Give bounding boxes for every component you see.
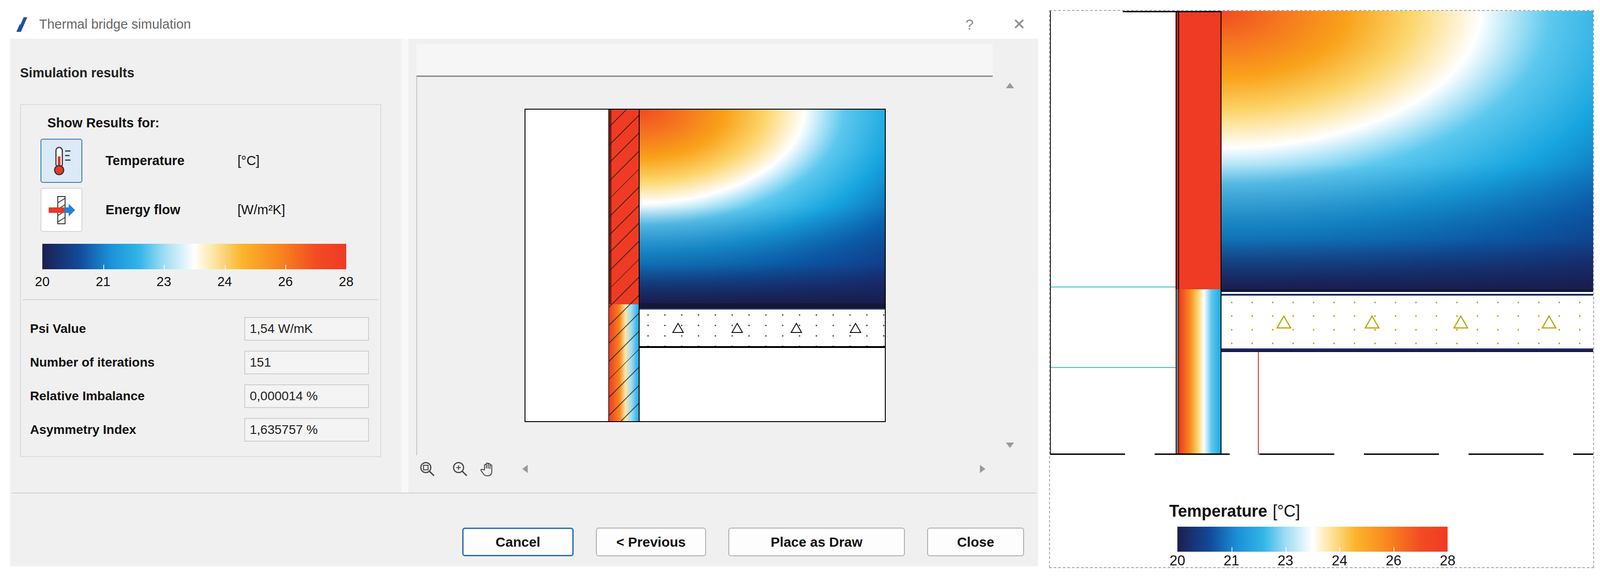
stat-row: Psi Value1,54 W/mK <box>30 312 381 346</box>
stat-value-field: 1,54 W/mK <box>244 317 369 341</box>
scale-tick <box>1231 547 1233 552</box>
result-option[interactable]: Energy flow[W/m²K] <box>40 187 381 233</box>
scale-tick-label: 21 <box>1223 552 1240 570</box>
wall <box>609 109 640 422</box>
pan-hand-icon[interactable] <box>479 460 497 478</box>
zoom-fit-icon[interactable] <box>418 460 436 478</box>
legend-unit: [°C] <box>1272 502 1300 521</box>
scroll-left-icon[interactable] <box>521 464 529 475</box>
option-label: Temperature <box>105 151 238 172</box>
option-unit: [W/m²K] <box>237 200 286 221</box>
stat-label: Asymmetry Index <box>30 420 245 440</box>
dialog-button[interactable]: < Previous <box>595 527 707 557</box>
scale-tick-label: 20 <box>35 273 50 290</box>
app-logo-icon <box>15 16 30 33</box>
scale-tick-label: 24 <box>1331 552 1348 570</box>
preview-frame[interactable] <box>416 75 993 456</box>
temperature-field <box>639 109 885 304</box>
scale-tick-label: 20 <box>1169 552 1186 570</box>
scale-tick <box>1285 547 1287 552</box>
scale-tick <box>285 264 287 270</box>
section-drawing <box>524 108 886 423</box>
scroll-up-icon[interactable] <box>1004 81 1015 90</box>
dialog-button[interactable]: Place as Draw <box>728 527 905 557</box>
scale-tick-label: 21 <box>95 273 111 290</box>
scale-tick-label: 23 <box>156 273 172 290</box>
scale-tick-label: 26 <box>1385 552 1402 570</box>
scale-tick <box>224 264 226 270</box>
scroll-down-icon[interactable] <box>1004 441 1015 450</box>
scale-tick-label: 24 <box>217 273 233 290</box>
window-title: Thermal bridge simulation <box>39 14 192 35</box>
scale-tick-label: 23 <box>1277 552 1293 570</box>
option-label: Energy flow <box>105 200 238 221</box>
dialog: Thermal bridge simulation ? ✕ Simulation… <box>10 10 1039 567</box>
energy-flow-option-icon[interactable] <box>40 187 83 233</box>
dialog-button[interactable]: Close <box>927 527 1025 557</box>
scale-tick-label: 28 <box>1439 552 1456 570</box>
zoom-in-icon[interactable] <box>451 460 469 478</box>
stat-value-field: 151 <box>244 350 369 375</box>
stat-label: Relative Imbalance <box>30 386 245 406</box>
title-bar: Thermal bridge simulation ? ✕ <box>10 10 1039 39</box>
close-button[interactable]: ✕ <box>1009 12 1030 36</box>
stat-row: Number of iterations151 <box>30 345 381 380</box>
stat-value-field: 0,000014 % <box>244 384 369 409</box>
dialog-button[interactable]: Cancel <box>462 527 574 557</box>
slab <box>639 309 885 347</box>
scale-tick-label: 28 <box>338 273 354 290</box>
stat-row: Asymmetry Index1,635757 % <box>30 413 381 447</box>
stat-label: Number of iterations <box>30 353 245 373</box>
result-option[interactable]: Temperature[°C] <box>40 138 381 183</box>
stat-value-field: 1,635757 % <box>244 418 369 442</box>
temperature-field <box>1221 10 1594 290</box>
wall <box>1175 10 1222 455</box>
scale-tick <box>103 264 105 270</box>
scale-tick <box>163 264 165 270</box>
scroll-right-icon[interactable] <box>979 464 987 475</box>
show-results-label: Show Results for: <box>47 115 381 131</box>
slab <box>1221 295 1594 349</box>
legend-title: Temperature <box>1169 502 1267 521</box>
scale-tick-label: 26 <box>277 273 293 290</box>
section-title: Simulation results <box>20 65 394 81</box>
help-button[interactable]: ? <box>961 13 978 36</box>
color-scale <box>1177 526 1448 552</box>
stat-row: Relative Imbalance0,000014 % <box>30 379 381 414</box>
color-scale <box>42 243 347 270</box>
results-group: Show Results for: Temperature[°C]Energy … <box>20 104 382 458</box>
scale-tick <box>1339 547 1341 552</box>
scale-tick <box>1393 547 1395 552</box>
result-drawing-panel: Temperature [°C] 20 21 23 24 26 28 <box>1049 10 1595 569</box>
stat-label: Psi Value <box>30 319 245 339</box>
temperature-option-icon[interactable] <box>40 138 83 183</box>
option-unit: [°C] <box>237 151 260 172</box>
